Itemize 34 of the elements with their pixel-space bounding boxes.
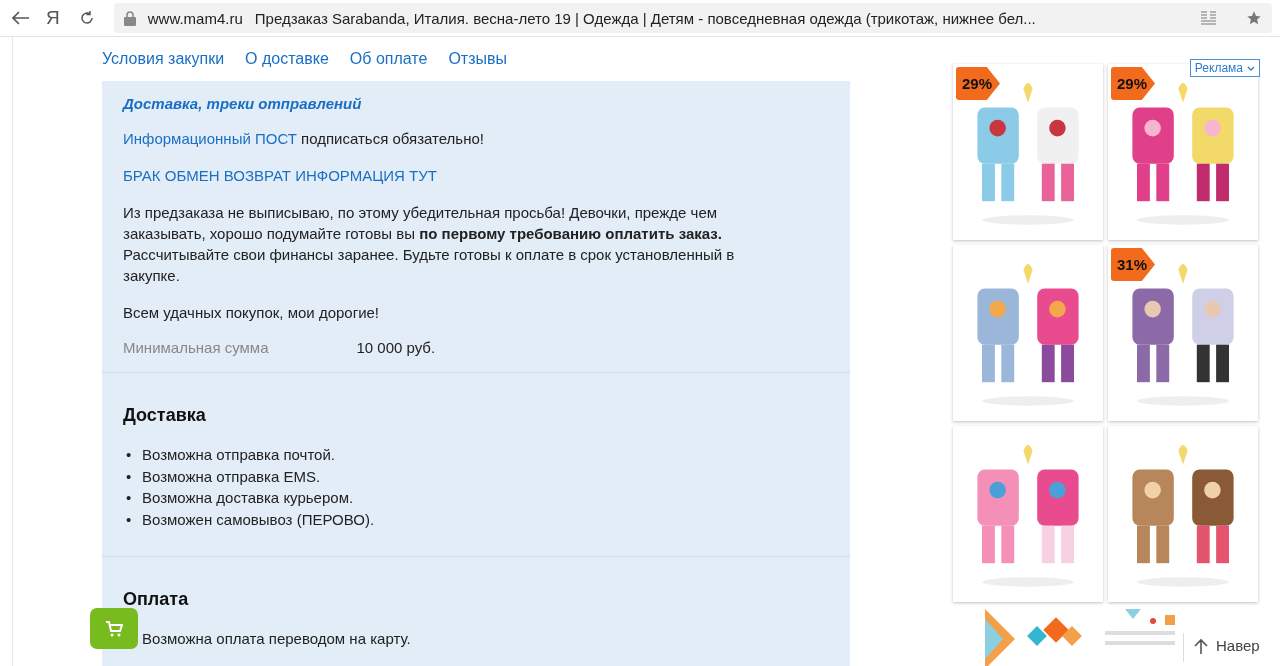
returns-link[interactable]: БРАК ОБМЕН ВОЗВРАТ ИНФОРМАЦИЯ ТУТ xyxy=(123,167,437,184)
section-title: Оплата xyxy=(123,589,190,610)
min-sum-label: Минимальная сумма xyxy=(123,339,269,356)
subscribe-note: Информационный ПОСТ подписаться обязательно! xyxy=(123,129,485,149)
nav-link[interactable]: О доставке xyxy=(245,50,329,68)
post-link[interactable]: Информационный ПОСТ xyxy=(123,130,297,147)
discount-badge: 29% xyxy=(956,67,1001,100)
section-title: Доставка xyxy=(123,405,207,426)
list-item: Возможна отправка почтой. xyxy=(142,445,335,465)
bullet: • xyxy=(126,466,133,487)
discount-badge: 29% xyxy=(1111,67,1156,100)
list-item: Возможна доставка курьером. xyxy=(142,488,354,508)
list-item: Возможен самовывоз (ПЕРОВО). xyxy=(142,509,375,530)
list-item: Возможна оплата переводом на карту. xyxy=(142,629,411,649)
product-card[interactable]: 29% xyxy=(953,64,1103,240)
nav-link[interactable]: Условия закупки xyxy=(102,50,225,68)
product-card[interactable]: 31% xyxy=(1108,245,1258,421)
wishes-text: Всем удачных покупок, мои дорогие! xyxy=(123,303,381,323)
min-sum-value: 10 000 руб. xyxy=(356,339,436,356)
section-heading: Доставка, треки отправлений xyxy=(123,95,363,112)
discount-badge: 31% xyxy=(1111,248,1156,281)
address-bar[interactable]: www.mam4.ru Предзаказ Sarabanda, Италия. весна-лето 19 | Одежда | Детям - повседневная одежда (трикотаж, нижнее бел... xyxy=(113,3,1272,33)
url-text: www.mam4.ru xyxy=(147,9,243,27)
notice-text: Из предзаказа не выписываю, по этому убедительная просьба! Девочки, прежде чем заказывать, хорошо подумайте готовы вы по первому требованию оплатить заказ. Рассчитывайте свои финансы заранее. Будьте готовы к оплате в срок установленный в закупке. xyxy=(123,203,736,286)
page-title: Предзаказ Sarabanda, Италия. весна-лето 19 | Одежда | Детям - повседневная одежда (трикотаж, нижнее бел... xyxy=(254,9,1036,27)
ad-label-button[interactable]: Реклама xyxy=(1189,59,1260,77)
bullet: • xyxy=(126,445,133,465)
nav-link[interactable]: Об оплате xyxy=(349,50,428,68)
scroll-top-button[interactable]: Навер xyxy=(1183,633,1260,662)
bullet: • xyxy=(126,488,133,508)
list-item: Возможна отправка EMS. xyxy=(142,466,321,487)
browser-logo[interactable]: Я xyxy=(46,7,60,29)
nav-link[interactable]: Отзывы xyxy=(448,50,507,68)
bullet: • xyxy=(126,509,133,530)
